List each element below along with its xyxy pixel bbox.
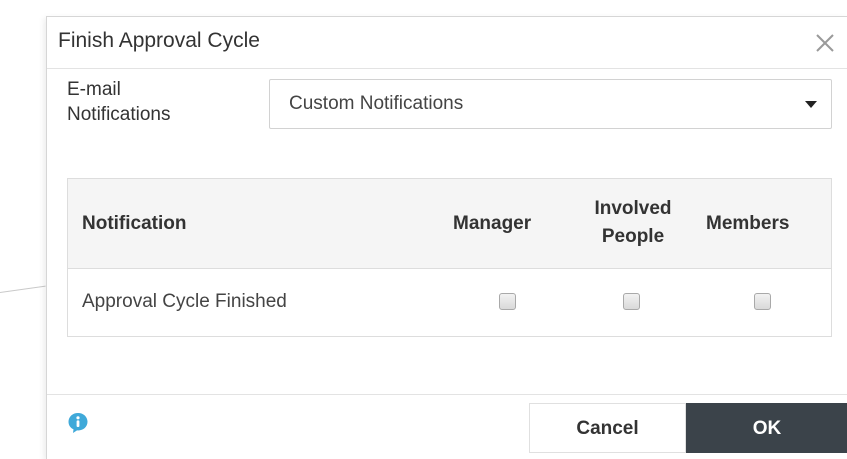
- column-header-involved-line1: Involved: [594, 198, 672, 219]
- caret-down-icon: [805, 101, 817, 108]
- column-header-involved-people: Involved People: [578, 195, 688, 251]
- finish-approval-cycle-dialog: Finish Approval Cycle E-mail Notificatio…: [46, 16, 847, 459]
- involved-people-checkbox[interactable]: [623, 293, 640, 310]
- email-notifications-label: E-mail Notifications: [67, 77, 237, 127]
- manager-checkbox[interactable]: [499, 293, 516, 310]
- close-icon[interactable]: [813, 31, 837, 55]
- notifications-table: Notification Manager Involved People Mem…: [67, 178, 832, 337]
- email-notifications-selected-value: Custom Notifications: [289, 93, 464, 114]
- column-header-notification: Notification: [82, 213, 187, 234]
- column-header-manager: Manager: [453, 213, 532, 234]
- email-label-line1: E-mail: [67, 79, 121, 100]
- email-notifications-select[interactable]: Custom Notifications: [269, 79, 832, 129]
- table-row: Approval Cycle Finished: [68, 269, 831, 336]
- dialog-title: Finish Approval Cycle: [58, 29, 260, 52]
- ok-button[interactable]: OK: [686, 403, 847, 453]
- column-header-involved-line2: People: [601, 226, 665, 247]
- screen: Finish Approval Cycle E-mail Notificatio…: [0, 0, 847, 459]
- dialog-header: Finish Approval Cycle: [47, 17, 847, 69]
- info-icon[interactable]: [66, 411, 90, 435]
- table-header: Notification Manager Involved People Mem…: [68, 179, 831, 269]
- members-checkbox[interactable]: [754, 293, 771, 310]
- email-label-line2: Notifications: [67, 104, 171, 125]
- cancel-button[interactable]: Cancel: [529, 403, 686, 453]
- dialog-footer: Cancel OK: [47, 394, 847, 459]
- background-line: [0, 285, 46, 293]
- column-header-members: Members: [706, 213, 790, 234]
- row-label: Approval Cycle Finished: [82, 291, 287, 312]
